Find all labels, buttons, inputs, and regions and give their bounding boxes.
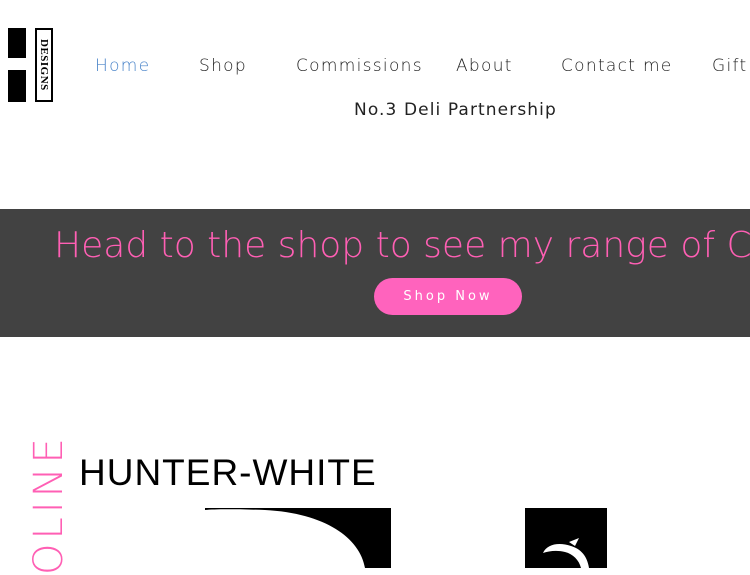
nav-item-contact[interactable]: Contact me — [561, 56, 673, 76]
logo-text: DESIGNS — [35, 28, 53, 102]
site-logo[interactable]: DESIGNS — [0, 28, 54, 104]
nav-item-gift[interactable]: Gift — [712, 56, 747, 76]
nav-item-commissions[interactable]: Commissions — [296, 56, 423, 76]
banner-headline: Head to the shop to see my range of Chri… — [54, 225, 750, 266]
square-logo-mark — [525, 508, 607, 568]
brand-name: HUNTER-WHITE — [79, 452, 377, 493]
promo-banner: Head to the shop to see my range of Chri… — [0, 209, 750, 337]
logo-mark — [0, 28, 26, 102]
nav-item-about[interactable]: About — [456, 56, 513, 76]
shop-now-button[interactable]: Shop Now — [374, 278, 522, 315]
brand-vertical-word: OLINE — [26, 434, 72, 575]
nav-item-shop[interactable]: Shop — [199, 56, 247, 76]
nav-item-deli-partnership[interactable]: No.3 Deli Partnership — [354, 100, 557, 120]
nav-item-home[interactable]: Home — [95, 56, 150, 76]
brand-graphic — [205, 508, 391, 568]
